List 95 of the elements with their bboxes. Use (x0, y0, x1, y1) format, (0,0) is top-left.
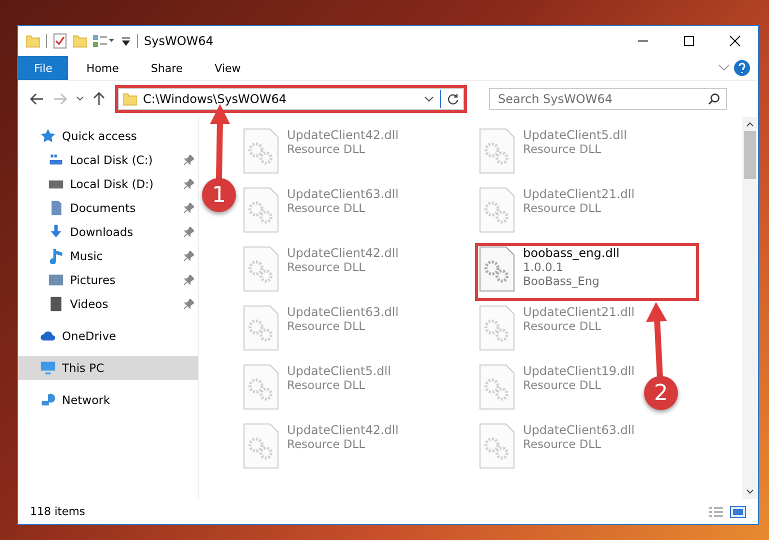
file-item[interactable]: UpdateClient5.dll Resource DLL (475, 125, 631, 183)
pc-icon (40, 360, 56, 376)
dropdown-icon[interactable] (121, 36, 131, 46)
file-detail: Resource DLL (523, 201, 602, 215)
sidebar-item[interactable]: Videos (18, 292, 198, 316)
network-icon (40, 392, 56, 408)
file-detail: Resource DLL (523, 378, 602, 392)
properties-icon[interactable] (53, 33, 67, 49)
view-menu-icon[interactable] (93, 34, 115, 48)
dll-file-icon (243, 305, 279, 351)
file-item[interactable]: UpdateClient21.dll Resource DLL (475, 302, 639, 360)
recent-locations-icon[interactable] (76, 96, 84, 102)
scrollbar[interactable] (742, 117, 758, 499)
sidebar-item[interactable]: Network (18, 388, 198, 412)
ribbon-tab[interactable]: Share (136, 56, 197, 80)
file-name: UpdateClient19.dll (523, 364, 635, 378)
file-detail: Resource DLL (287, 378, 366, 392)
star-icon (40, 128, 56, 144)
file-name: UpdateClient42.dll (287, 246, 399, 260)
file-name: UpdateClient42.dll (287, 423, 399, 437)
up-icon[interactable] (93, 92, 105, 106)
file-detail: Resource DLL (287, 201, 366, 215)
scroll-down-icon[interactable] (746, 489, 754, 495)
sidebar-item[interactable]: Downloads (18, 220, 198, 244)
item-count: 118 items (30, 505, 86, 518)
dll-file-icon (479, 423, 515, 469)
dll-file-icon (479, 305, 515, 351)
ribbon-tab[interactable]: File (18, 56, 68, 80)
file-item[interactable]: UpdateClient42.dll Resource DLL (239, 420, 403, 478)
help-icon[interactable] (734, 60, 750, 76)
search-icon (708, 93, 720, 105)
sidebar-item[interactable]: Documents (18, 196, 198, 220)
folder-icon (123, 92, 137, 106)
window-title: SysWOW64 (144, 34, 214, 48)
dll-file-icon (243, 128, 279, 174)
file-name: UpdateClient63.dll (523, 423, 635, 437)
ribbon-tab[interactable]: Home (72, 56, 133, 80)
file-name: UpdateClient42.dll (287, 128, 399, 142)
file-name: UpdateClient63.dll (287, 187, 399, 201)
file-item[interactable]: UpdateClient5.dll Resource DLL (239, 361, 395, 419)
address-field[interactable]: C:\Windows\SysWOW64 (118, 88, 464, 110)
file-detail: Resource DLL (287, 260, 366, 274)
sidebar-item[interactable]: Music (18, 244, 198, 268)
sidebar-item[interactable]: Local Disk (C:) (18, 148, 198, 172)
file-detail: Resource DLL (287, 437, 366, 451)
sidebar-item[interactable]: Pictures (18, 268, 198, 292)
dll-file-icon (479, 246, 515, 292)
music-icon (48, 248, 64, 264)
file-item[interactable]: UpdateClient63.dll Resource DLL (475, 420, 639, 478)
file-item[interactable]: UpdateClient19.dll Resource DLL (475, 361, 639, 419)
scrollbar-thumb[interactable] (744, 131, 756, 179)
sidebar-item[interactable]: Local Disk (D:) (18, 172, 198, 196)
file-item[interactable]: UpdateClient63.dll Resource DLL (239, 302, 403, 360)
file-name: UpdateClient21.dll (523, 187, 635, 201)
scroll-up-icon[interactable] (746, 121, 754, 127)
file-detail: BooBass_Eng (523, 274, 600, 288)
file-name: UpdateClient5.dll (287, 364, 391, 378)
refresh-icon[interactable] (447, 93, 459, 105)
file-item[interactable]: UpdateClient21.dll Resource DLL (475, 184, 639, 242)
file-item[interactable]: UpdateClient42.dll Resource DLL (239, 125, 403, 183)
downloads-icon (48, 224, 64, 240)
sidebar-item[interactable]: This PC (18, 356, 198, 380)
sidebar-item[interactable]: OneDrive (18, 324, 198, 348)
file-name: boobass_eng.dll (523, 246, 620, 260)
file-detail: Resource DLL (523, 437, 602, 451)
file-item[interactable]: boobass_eng.dll 1.0.0.1 BooBass_Eng (475, 243, 699, 301)
dll-file-icon (479, 128, 515, 174)
address-path: C:\Windows\SysWOW64 (143, 92, 288, 106)
videos-icon (48, 296, 64, 312)
file-detail: Resource DLL (287, 319, 366, 333)
details-view-icon[interactable] (708, 506, 724, 518)
file-name: UpdateClient63.dll (287, 305, 399, 319)
dll-file-icon (243, 246, 279, 292)
file-name: UpdateClient5.dll (523, 128, 627, 142)
file-item[interactable]: UpdateClient63.dll Resource DLL (239, 184, 403, 242)
ribbon-tab[interactable]: View (200, 56, 255, 80)
dll-file-icon (479, 364, 515, 410)
search-field[interactable]: Search SysWOW64 (489, 88, 727, 110)
file-item[interactable]: UpdateClient42.dll Resource DLL (239, 243, 403, 301)
file-detail: Resource DLL (523, 142, 602, 156)
pictures-icon (48, 272, 64, 288)
dll-file-icon (243, 423, 279, 469)
dll-file-icon (479, 187, 515, 233)
dll-file-icon (243, 364, 279, 410)
chevron-icon[interactable] (424, 96, 434, 102)
file-name: UpdateClient21.dll (523, 305, 635, 319)
dll-file-icon (243, 187, 279, 233)
large-icons-view-icon[interactable] (730, 506, 746, 518)
file-detail: 1.0.0.1 (523, 260, 564, 274)
close-icon (729, 35, 741, 47)
file-detail: Resource DLL (523, 319, 602, 333)
file-detail: Resource DLL (287, 142, 366, 156)
sidebar-item[interactable]: Quick access (18, 124, 198, 148)
back-icon[interactable] (30, 93, 44, 105)
maximize-icon (683, 35, 695, 47)
